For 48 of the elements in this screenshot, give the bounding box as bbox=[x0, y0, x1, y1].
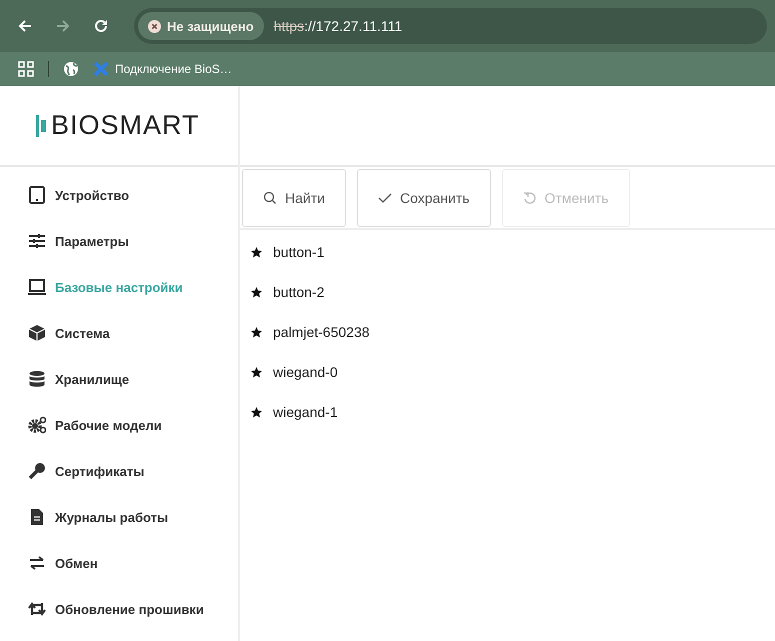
list-item[interactable]: button-1 bbox=[273, 244, 324, 260]
url-text: ://172.27.11.111 bbox=[304, 18, 402, 34]
star-icon bbox=[251, 246, 262, 258]
search-button[interactable]: Найти bbox=[242, 169, 346, 227]
sidebar-item[interactable]: Журналы работы bbox=[0, 494, 238, 540]
sidebar-item[interactable]: Сертификаты bbox=[0, 448, 238, 494]
gears-icon bbox=[28, 416, 46, 434]
toolbar-button[interactable]: Сохранить bbox=[356, 169, 491, 227]
sliders-icon bbox=[28, 232, 46, 250]
security-label: Не защищено bbox=[167, 18, 254, 34]
star-icon bbox=[251, 286, 262, 298]
logo-text: BIOSMART bbox=[51, 110, 200, 141]
bookmark[interactable]: Подключение BioS… bbox=[93, 61, 232, 77]
star-icon bbox=[251, 406, 262, 418]
list-item[interactable]: palmjet-650238 bbox=[273, 324, 370, 340]
sidebar-item[interactable]: Устройство bbox=[0, 172, 238, 218]
apps-icon[interactable] bbox=[18, 61, 34, 77]
logo-mark-icon bbox=[36, 114, 46, 136]
sidebar-item[interactable]: Хранилище bbox=[0, 356, 238, 402]
sidebar-item[interactable]: Обновление прошивки bbox=[0, 586, 238, 632]
tablet-icon bbox=[28, 186, 46, 204]
globe-icon[interactable] bbox=[63, 61, 79, 77]
security-chip[interactable]: Не защищено bbox=[138, 12, 264, 40]
url-scheme: https bbox=[274, 18, 304, 34]
warning-icon bbox=[148, 20, 161, 32]
back-icon[interactable] bbox=[17, 18, 33, 34]
undo-icon bbox=[522, 191, 537, 205]
database-icon bbox=[28, 370, 46, 388]
star-icon bbox=[251, 326, 262, 338]
cross-icon bbox=[93, 61, 109, 77]
sidebar-item[interactable]: Обмен bbox=[0, 540, 238, 586]
list-item[interactable]: wiegand-1 bbox=[273, 404, 338, 420]
sidebar-item[interactable]: Система bbox=[0, 310, 238, 356]
document-icon bbox=[28, 508, 46, 526]
reload-icon[interactable] bbox=[93, 18, 109, 34]
key-icon bbox=[28, 462, 46, 480]
list-item[interactable]: wiegand-0 bbox=[273, 364, 338, 380]
cube-icon bbox=[28, 324, 46, 342]
laptop-icon bbox=[28, 278, 46, 296]
sidebar-item[interactable]: Рабочие модели bbox=[0, 402, 238, 448]
address-bar[interactable]: Не защищено https://172.27.11.111 bbox=[134, 8, 767, 44]
search-icon bbox=[263, 191, 277, 205]
exchange-icon bbox=[28, 554, 46, 572]
star-icon bbox=[251, 366, 262, 378]
list-item[interactable]: button-2 bbox=[273, 284, 324, 300]
retweet-icon bbox=[28, 600, 46, 618]
check-icon bbox=[378, 191, 392, 205]
sidebar-item[interactable]: Параметры bbox=[0, 218, 238, 264]
